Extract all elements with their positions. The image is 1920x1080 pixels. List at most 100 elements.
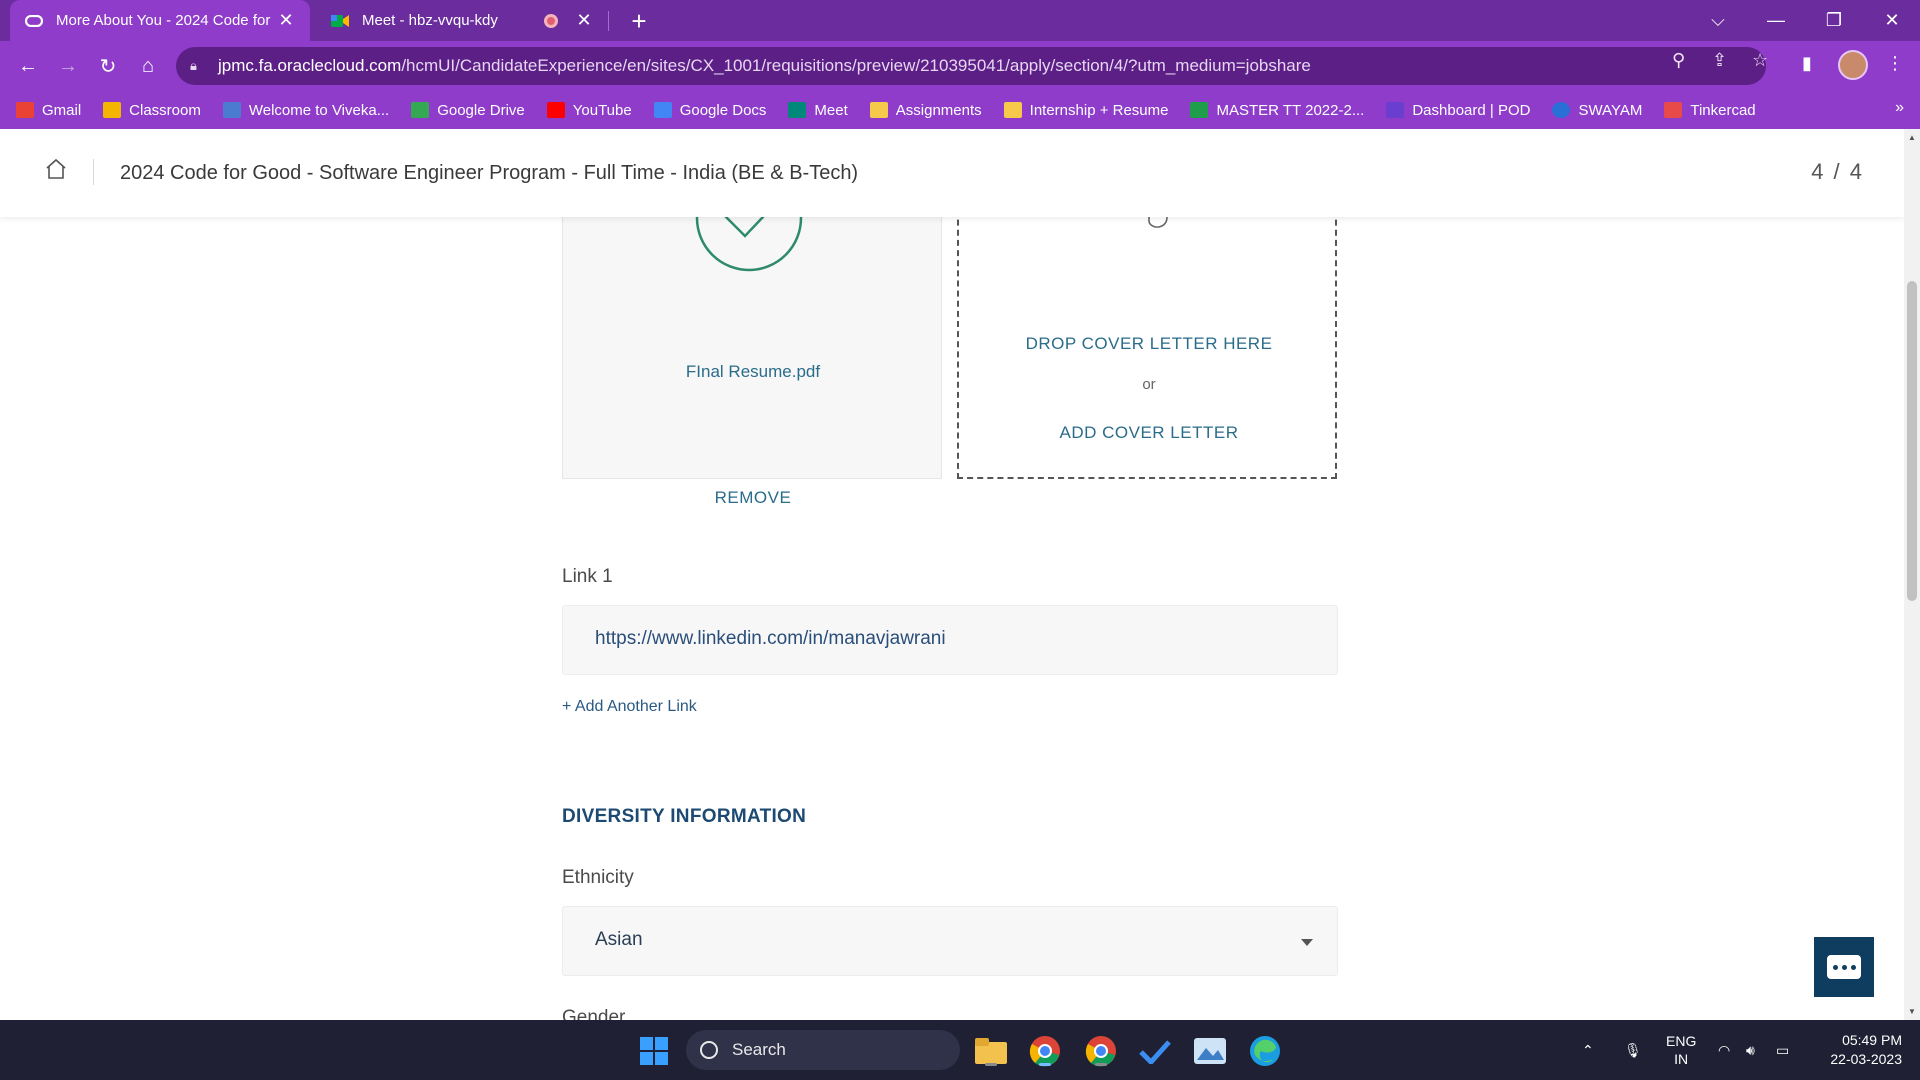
browser-tab-bar: More About You - 2024 Code for ✕ Meet - … — [0, 0, 1920, 41]
language-indicator[interactable]: ENG IN — [1666, 1020, 1696, 1080]
or-separator: or — [1142, 376, 1156, 393]
bookmark-dashboard-pod[interactable]: Dashboard | POD — [1386, 102, 1530, 119]
close-tab-icon[interactable]: ✕ — [574, 10, 594, 31]
header-divider — [93, 159, 94, 185]
remove-resume-button[interactable]: REMOVE — [563, 488, 943, 508]
bookmark-tinkercad[interactable]: Tinkercad — [1664, 102, 1756, 119]
ethnicity-label: Ethnicity — [562, 867, 634, 888]
link-1-label: Link 1 — [562, 566, 613, 587]
tab-more-about-you[interactable]: More About You - 2024 Code for ✕ — [10, 0, 310, 41]
wifi-icon[interactable]: ◠ — [1718, 1020, 1730, 1080]
meet-icon — [788, 102, 807, 118]
pod-icon — [1386, 102, 1405, 118]
todo-check-icon[interactable] — [1138, 1034, 1172, 1068]
share-icon[interactable]: ⇪ — [1712, 50, 1727, 71]
dropdown-arrow-icon — [1301, 939, 1313, 946]
tab-separator — [608, 11, 609, 31]
back-arrow-icon[interactable]: ← — [12, 50, 44, 82]
location-pin-icon[interactable]: ⚲ — [1672, 50, 1685, 71]
scrollbar-thumb[interactable] — [1907, 281, 1917, 601]
address-bar[interactable]: 🔒︎ jpmc.fa.oraclecloud.com/hcmUI/Candida… — [176, 47, 1766, 85]
search-icon — [700, 1041, 718, 1059]
docs-icon — [653, 102, 672, 118]
bookmark-gmail[interactable]: Gmail — [16, 102, 81, 119]
clock-time: 05:49 PM — [1842, 1032, 1902, 1048]
taskbar-search[interactable]: Search — [686, 1030, 960, 1070]
bookmarks-bar: Gmail Classroom Welcome to Viveka... Goo… — [0, 91, 1920, 129]
calendar-icon — [222, 102, 241, 118]
meet-favicon-icon — [330, 11, 350, 31]
profile-avatar[interactable] — [1838, 50, 1868, 80]
diversity-section-title: DIVERSITY INFORMATION — [562, 806, 807, 827]
reload-icon[interactable]: ↻ — [92, 50, 124, 82]
folder-icon — [869, 102, 888, 118]
gender-label: Gender — [562, 1007, 626, 1020]
more-bookmarks-icon[interactable]: » — [1895, 99, 1904, 117]
bookmark-master-tt[interactable]: MASTER TT 2022-2... — [1190, 102, 1364, 119]
bookmark-google-drive[interactable]: Google Drive — [411, 102, 525, 119]
home-icon[interactable] — [44, 157, 68, 181]
tab-title: Meet - hbz-vvqu-kdy — [362, 12, 498, 29]
volume-icon[interactable]: 🔊︎ — [1746, 1020, 1755, 1080]
step-counter: 4 / 4 — [1811, 159, 1864, 184]
battery-icon[interactable]: ▭ — [1776, 1020, 1789, 1080]
tinkercad-icon — [1664, 102, 1683, 118]
bookmark-star-icon[interactable]: ☆ — [1752, 50, 1768, 71]
tab-meet[interactable]: Meet - hbz-vvqu-kdy ✕ — [316, 0, 608, 41]
edge-icon[interactable] — [1248, 1034, 1282, 1068]
microphone-icon[interactable]: 🎙︎ — [1624, 1020, 1642, 1080]
add-another-link-button[interactable]: + Add Another Link — [562, 698, 697, 716]
photos-icon[interactable] — [1193, 1034, 1227, 1068]
close-tab-icon[interactable]: ✕ — [276, 10, 296, 31]
windows-start-icon[interactable] — [637, 1034, 671, 1068]
windows-taskbar: Search ⌃ 🎙︎ ENG IN ◠ 🔊︎ ▭ 05:49 PM 22-03… — [0, 1020, 1920, 1080]
url-text: jpmc.fa.oraclecloud.com/hcmUI/CandidateE… — [218, 56, 1311, 75]
recording-indicator-icon — [544, 13, 558, 28]
application-header: 2024 Code for Good - Software Engineer P… — [0, 129, 1904, 217]
browser-toolbar: ← → ↻ ⌂ 🔒︎ jpmc.fa.oraclecloud.com/hcmUI… — [0, 41, 1920, 91]
bookmark-viveka[interactable]: Welcome to Viveka... — [222, 102, 389, 119]
show-hidden-icons-chevron-icon[interactable]: ⌃ — [1582, 1020, 1594, 1080]
bookmark-assignments[interactable]: Assignments — [869, 102, 982, 119]
drop-cover-letter-label: DROP COVER LETTER HERE — [1025, 334, 1273, 353]
classroom-icon — [103, 102, 122, 118]
new-tab-plus-icon[interactable]: + — [624, 6, 654, 36]
bookmark-classroom[interactable]: Classroom — [103, 102, 201, 119]
resume-file-name[interactable]: FInal Resume.pdf — [563, 362, 943, 382]
drive-icon — [411, 102, 430, 118]
link-1-input[interactable]: https://www.linkedin.com/in/manavjawrani — [562, 605, 1338, 675]
chrome-icon[interactable] — [1028, 1034, 1062, 1068]
page-viewport: 2024 Code for Good - Software Engineer P… — [0, 129, 1904, 1020]
clock-date: 22-03-2023 — [1830, 1051, 1902, 1067]
add-cover-letter-button[interactable]: ADD COVER LETTER — [959, 423, 1339, 443]
file-explorer-icon[interactable] — [974, 1034, 1008, 1068]
minimize-icon[interactable]: — — [1748, 0, 1804, 41]
oracle-favicon-icon — [24, 11, 44, 31]
ethnicity-value: Asian — [595, 929, 643, 950]
close-window-icon[interactable]: ✕ — [1864, 0, 1920, 41]
forward-arrow-icon[interactable]: → — [52, 50, 84, 82]
chat-button[interactable] — [1814, 937, 1874, 997]
bookmark-internship-resume[interactable]: Internship + Resume — [1003, 102, 1168, 119]
bookmark-google-docs[interactable]: Google Docs — [653, 102, 766, 119]
bookmark-meet[interactable]: Meet — [788, 102, 848, 119]
folder-icon — [1003, 102, 1022, 118]
side-panel-icon[interactable]: ▮ — [1802, 53, 1812, 74]
chrome-menu-icon[interactable]: ⋮ — [1886, 53, 1904, 74]
scroll-up-arrow-icon[interactable]: ▲ — [1907, 133, 1917, 142]
bookmark-youtube[interactable]: YouTube — [546, 102, 632, 119]
chrome-profile-icon[interactable] — [1084, 1034, 1118, 1068]
page-scrollbar[interactable]: ▲ ▼ — [1904, 129, 1920, 1020]
lock-icon: 🔒︎ — [190, 58, 197, 73]
restore-icon[interactable]: ❐ — [1806, 0, 1862, 41]
clock[interactable]: 05:49 PM 22-03-2023 — [1816, 1020, 1902, 1080]
scroll-down-arrow-icon[interactable]: ▼ — [1907, 1007, 1917, 1016]
tab-search-chevron-icon[interactable]: ⌵ — [1690, 0, 1746, 41]
ethnicity-select[interactable]: Asian — [562, 906, 1338, 976]
home-icon[interactable]: ⌂ — [132, 50, 164, 82]
taskbar-search-label: Search — [732, 1040, 786, 1059]
swayam-icon — [1552, 102, 1571, 118]
link-1-value: https://www.linkedin.com/in/manavjawrani — [595, 628, 946, 649]
bookmark-swayam[interactable]: SWAYAM — [1552, 102, 1642, 119]
sheets-icon — [1190, 102, 1209, 118]
